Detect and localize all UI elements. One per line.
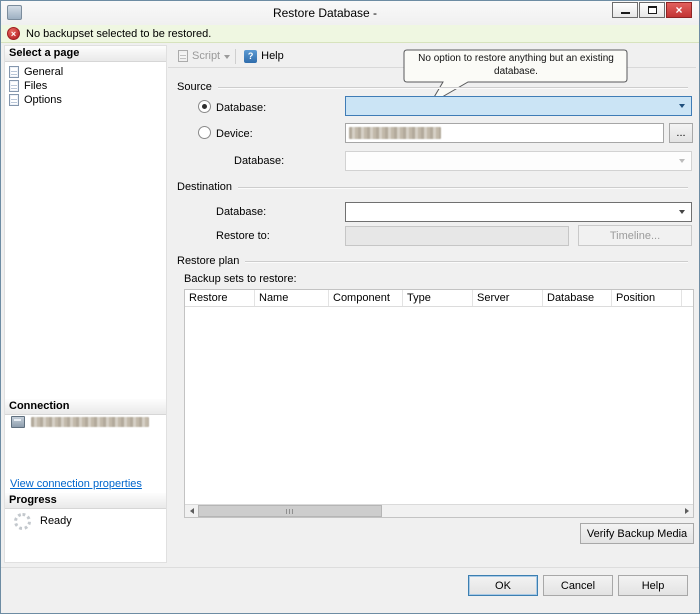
footer: OK Cancel Help [1,567,699,613]
maximize-button[interactable] [639,2,665,18]
ok-button[interactable]: OK [468,575,538,596]
device-radio[interactable] [198,126,211,139]
column-header-position[interactable]: Position [612,290,682,306]
sidebar-item-files[interactable]: Files [9,79,63,93]
help-button-label: Help [261,50,284,62]
help-button[interactable]: Help [618,575,688,596]
backup-sets-table-header: Restore Name Component Type Server Datab… [185,290,693,307]
server-icon [11,416,25,428]
redacted-server-name [31,417,149,427]
sidebar-item-label: General [24,66,64,78]
source-group-label: Source [177,81,212,93]
group-divider-line [238,187,688,189]
source-database-combobox[interactable] [345,96,692,116]
script-button[interactable]: Script [175,48,223,64]
source-database-select-label: Database: [234,155,285,167]
database-radio[interactable] [198,100,211,113]
title-bar[interactable]: Restore Database - × [1,1,699,25]
column-header-type[interactable]: Type [403,290,473,306]
main-pane: Script ? Help No option to restore anyth… [168,45,696,566]
device-radio-label: Device: [216,128,253,140]
scroll-left-button[interactable] [185,505,198,517]
device-path-input[interactable] [345,123,664,143]
column-header-server[interactable]: Server [473,290,543,306]
database-radio-label: Database: [216,102,267,114]
sidebar-item-general[interactable]: General [9,65,63,79]
sidebar-item-label: Files [24,80,48,92]
progress-row: Ready [14,508,72,534]
source-database-from-device-combobox[interactable] [345,151,692,171]
minimize-icon [620,11,630,14]
chevron-down-icon [679,104,685,108]
page-tree: General Files Options [9,65,63,107]
annotation-text: No option to restore anything but an exi… [418,53,614,77]
chevron-down-icon [679,210,685,214]
progress-header: Progress [5,493,166,509]
column-header-database[interactable]: Database [543,290,612,306]
alert-message: No backupset selected to be restored. [26,27,212,40]
source-group-header: Source [177,81,688,93]
scroll-right-button[interactable] [680,505,693,517]
column-header-restore[interactable]: Restore [185,290,255,306]
backup-sets-label: Backup sets to restore: [184,273,297,285]
restore-plan-group-label: Restore plan [177,255,240,267]
backup-sets-table: Restore Name Component Type Server Datab… [184,289,694,518]
close-button[interactable]: × [666,2,692,18]
close-icon: × [675,3,683,17]
scrollbar-gripper [286,508,294,514]
alert-bar: × No backupset selected to be restored. [1,25,699,43]
view-connection-properties-link[interactable]: View connection properties [10,478,142,490]
progress-ring-icon [14,512,31,530]
restore-to-label: Restore to: [216,230,270,242]
chevron-down-icon [679,159,685,163]
backup-sets-table-body [185,307,693,504]
page-icon [9,80,19,92]
caption-buttons: × [611,2,692,18]
sidebar-item-options[interactable]: Options [9,93,63,107]
app-icon [7,5,22,20]
timeline-button[interactable]: Timeline... [578,225,692,246]
restore-to-input[interactable] [345,226,569,246]
connection-server-row [11,416,149,428]
sidebar: Select a page General Files Options Conn… [4,45,167,563]
cancel-button[interactable]: Cancel [543,575,613,596]
scroll-right-icon [684,508,689,514]
column-header-component[interactable]: Component [329,290,403,306]
script-dropdown-icon[interactable] [224,54,231,59]
sidebar-item-label: Options [24,94,62,106]
maximize-icon [647,6,657,14]
restore-database-dialog: Restore Database - × × No backupset sele… [0,0,700,614]
help-toolbar-button[interactable]: ? Help [241,48,287,65]
window-title: Restore Database - [272,6,378,20]
connection-header: Connection [5,399,166,415]
horizontal-scrollbar[interactable] [185,504,693,517]
scroll-left-icon [189,508,194,514]
page-icon [9,94,19,106]
destination-group-label: Destination [177,181,233,193]
scrollbar-thumb[interactable] [198,505,382,517]
destination-group-header: Destination [177,181,688,193]
help-icon: ? [244,49,258,63]
redacted-device-path [349,127,441,139]
select-a-page-header: Select a page [5,46,166,62]
destination-database-label: Database: [216,206,267,218]
error-icon: × [7,27,20,40]
device-browse-button[interactable]: ... [669,123,693,143]
progress-status: Ready [40,515,72,527]
toolbar-separator [235,48,237,64]
group-divider-line [245,261,688,263]
script-button-label: Script [192,50,221,62]
restore-plan-group-header: Restore plan [177,255,688,267]
group-divider-line [217,87,688,89]
column-header-name[interactable]: Name [255,290,329,306]
destination-database-combobox[interactable] [345,202,692,222]
minimize-button[interactable] [612,2,638,18]
verify-backup-media-button[interactable]: Verify Backup Media [580,523,694,544]
script-icon [178,50,188,62]
page-icon [9,66,19,78]
